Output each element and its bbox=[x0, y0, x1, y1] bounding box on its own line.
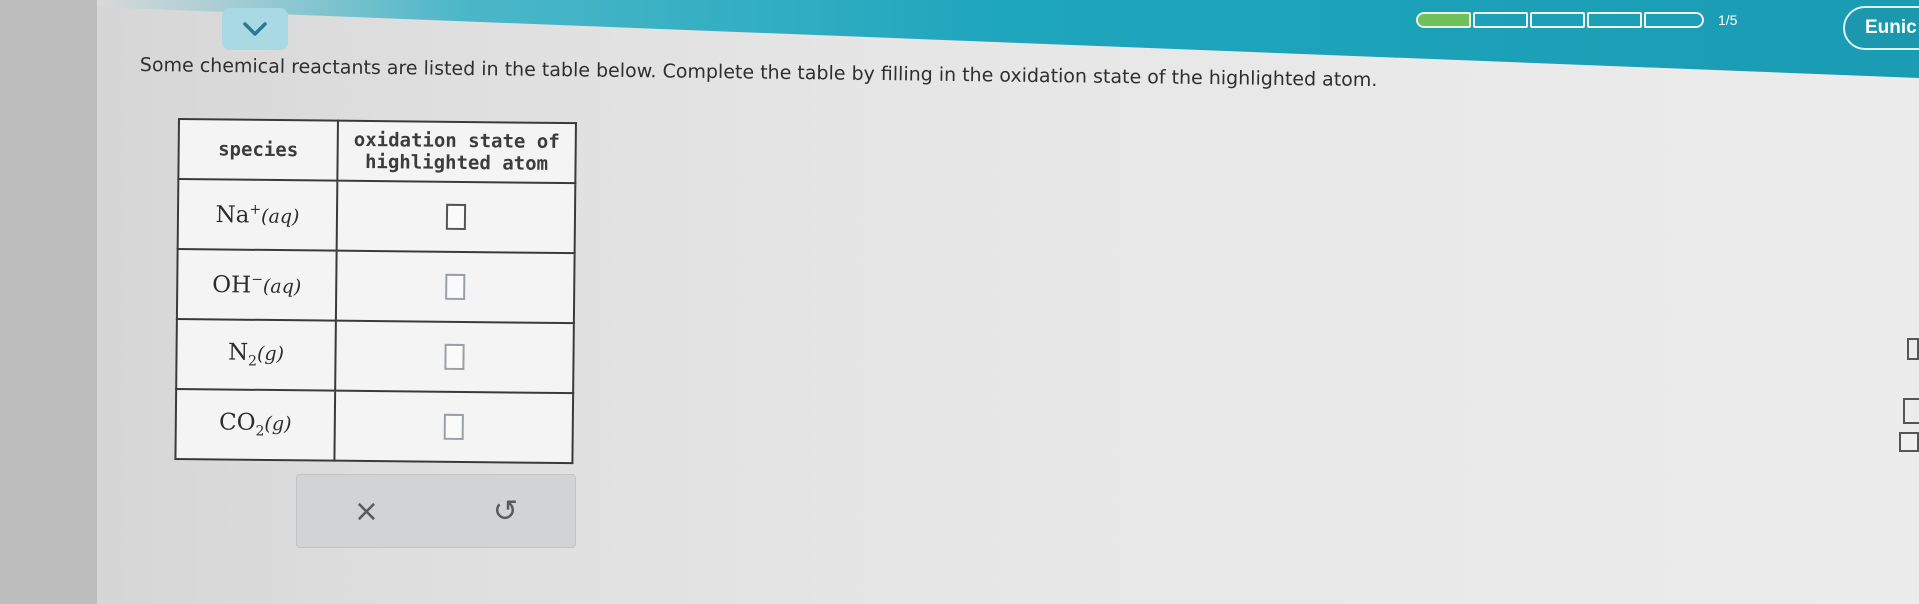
chevron-down-icon bbox=[243, 22, 267, 36]
answer-cell bbox=[335, 320, 574, 394]
table-header-row: species oxidation state of highlighted a… bbox=[178, 119, 576, 184]
periodic-table-icon[interactable] bbox=[1903, 398, 1919, 424]
progress-segment-4 bbox=[1587, 12, 1642, 28]
left-margin bbox=[0, 0, 97, 604]
progress-segment-1 bbox=[1416, 12, 1471, 28]
answer-cell bbox=[335, 250, 575, 324]
species-phase: (g) bbox=[264, 413, 292, 436]
table-row: OH−(aq) bbox=[176, 249, 575, 324]
close-icon[interactable]: × bbox=[354, 494, 379, 529]
answer-actions: × ↺ bbox=[296, 474, 576, 548]
species-formula: Na bbox=[215, 201, 250, 229]
species-phase: (aq) bbox=[260, 205, 300, 228]
species-cell: Na+(aq) bbox=[177, 179, 338, 251]
oxidation-input[interactable] bbox=[443, 413, 464, 441]
answer-cell bbox=[334, 390, 574, 464]
table-row: Na+(aq) bbox=[177, 179, 576, 254]
user-name: Eunic bbox=[1865, 17, 1917, 38]
progress-segment-3 bbox=[1530, 12, 1585, 28]
species-formula: CO bbox=[218, 409, 256, 437]
species-phase: (aq) bbox=[262, 275, 302, 298]
species-subscript: 2 bbox=[255, 423, 265, 440]
oxidation-input[interactable] bbox=[444, 343, 465, 371]
species-formula: OH bbox=[212, 271, 252, 299]
header-species: species bbox=[178, 119, 338, 181]
table-row: N2(g) bbox=[176, 318, 574, 394]
species-formula: N bbox=[227, 339, 249, 366]
progress-segment-5 bbox=[1644, 12, 1704, 28]
species-cell: N2(g) bbox=[176, 318, 336, 391]
table-row: CO2(g) bbox=[175, 388, 574, 464]
collapse-button[interactable] bbox=[222, 8, 288, 50]
species-cell: CO2(g) bbox=[175, 388, 336, 461]
answer-cell bbox=[336, 180, 576, 254]
header-oxidation-line2: highlighted atom bbox=[364, 150, 549, 175]
species-cell: OH−(aq) bbox=[176, 249, 337, 321]
progress-segment-2 bbox=[1473, 12, 1528, 28]
species-phase: (g) bbox=[256, 343, 285, 366]
header-oxidation-state: oxidation state of highlighted atom bbox=[337, 120, 576, 184]
undo-icon[interactable]: ↺ bbox=[493, 494, 518, 529]
oxidation-table: species oxidation state of highlighted a… bbox=[174, 118, 577, 465]
species-subscript: 2 bbox=[247, 353, 258, 370]
reference-icon[interactable] bbox=[1899, 432, 1919, 452]
question-prompt: Some chemical reactants are listed in th… bbox=[139, 54, 1378, 92]
species-charge: − bbox=[251, 271, 264, 288]
answer-table-card: species oxidation state of highlighted a… bbox=[174, 118, 577, 465]
oxidation-input[interactable] bbox=[445, 273, 466, 301]
side-tool-icon[interactable] bbox=[1907, 338, 1919, 360]
progress-indicator: 1/5 bbox=[1416, 12, 1737, 28]
species-charge: + bbox=[249, 201, 262, 218]
user-menu-button[interactable]: Eunic bbox=[1843, 6, 1919, 50]
header-oxidation-line1: oxidation state of bbox=[353, 128, 560, 153]
oxidation-input[interactable] bbox=[445, 203, 467, 231]
progress-label: 1/5 bbox=[1718, 12, 1738, 28]
